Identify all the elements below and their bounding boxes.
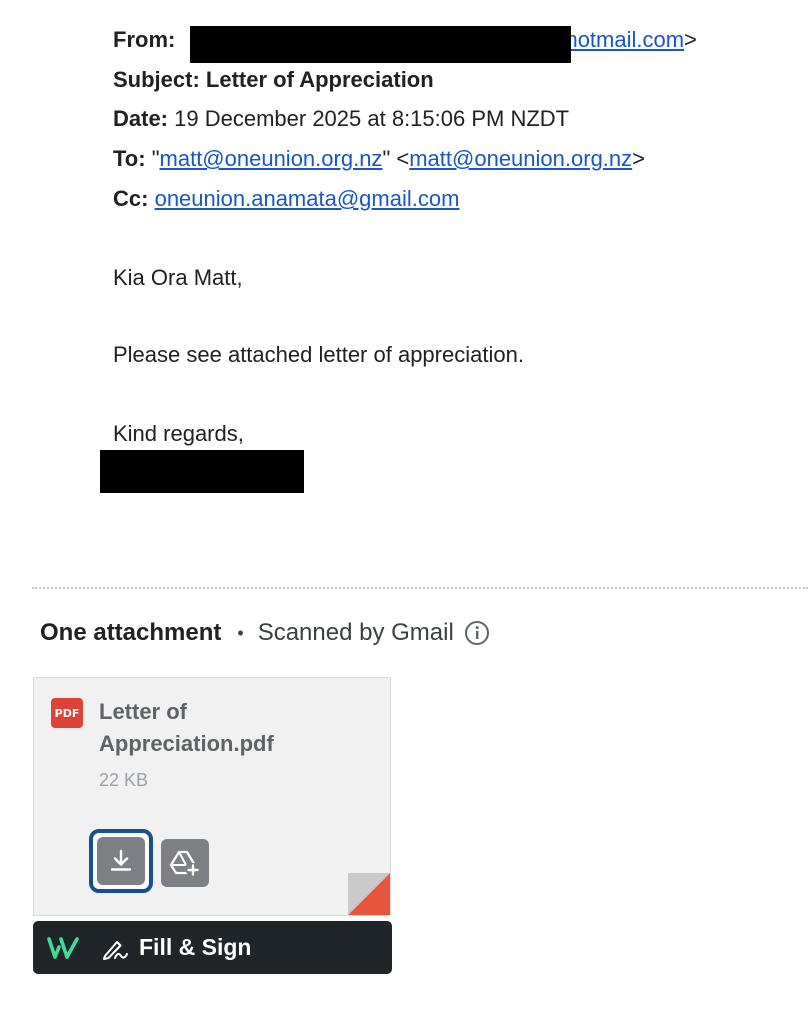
to-email-link[interactable]: matt@oneunion.org.nz (409, 146, 632, 171)
fill-sign-label: Fill & Sign (139, 934, 252, 960)
attachments-header: One attachment • Scanned by Gmail (40, 618, 490, 648)
greeting: Kia Ora Matt, (113, 265, 243, 290)
page-fold-corner (310, 873, 390, 915)
cc-line: Cc: oneunion.anamata@gmail.com (113, 186, 459, 212)
download-button[interactable] (89, 829, 153, 893)
separator-dot: • (237, 623, 244, 643)
signoff: Kind regards, (113, 421, 244, 446)
date-label: Date: (113, 106, 169, 131)
from-email-link[interactable]: hotmail.com (565, 27, 684, 52)
attachments-title: One attachment (40, 619, 222, 646)
to-name-link[interactable]: matt@oneunion.org.nz (160, 146, 383, 171)
to-line: To: "matt@oneunion.org.nz" <matt@oneunio… (113, 146, 646, 171)
cc-email-link[interactable]: oneunion.anamata@gmail.com (155, 186, 460, 211)
pdf-icon: PDF (51, 698, 83, 728)
subject-value: Letter of Appreciation (205, 67, 434, 92)
attachment-card[interactable]: PDF Letter of Appreciation.pdf 22 KB (33, 677, 391, 916)
fill-sign-logo-icon (47, 936, 81, 960)
subject-line: Subject: Letter of Appreciation (113, 67, 434, 93)
fill-sign-button[interactable]: Fill & Sign (33, 921, 392, 974)
subject-label: Subject: (113, 67, 200, 92)
to-label: To: (113, 146, 146, 171)
attachment-filesize: 22 KB (99, 770, 149, 790)
redacted-sender-address (190, 26, 571, 63)
date-line: Date: 19 December 2025 at 8:15:06 PM NZD… (113, 106, 569, 132)
download-icon (107, 847, 135, 875)
divider (32, 587, 808, 589)
redacted-signature-name (100, 450, 304, 493)
date-value: 19 December 2025 at 8:15:06 PM NZDT (174, 106, 570, 131)
info-icon[interactable] (464, 620, 490, 646)
scanned-by-gmail: Scanned by Gmail (257, 619, 454, 646)
cc-label: Cc: (113, 186, 149, 211)
add-to-drive-button[interactable] (161, 839, 209, 887)
add-to-drive-icon (168, 848, 202, 878)
from-label: From: (113, 27, 176, 52)
attachment-filename: Letter of Appreciation.pdf (99, 699, 274, 756)
message-text: Please see attached letter of appreciati… (113, 342, 524, 367)
signature-pen-icon (101, 936, 129, 960)
